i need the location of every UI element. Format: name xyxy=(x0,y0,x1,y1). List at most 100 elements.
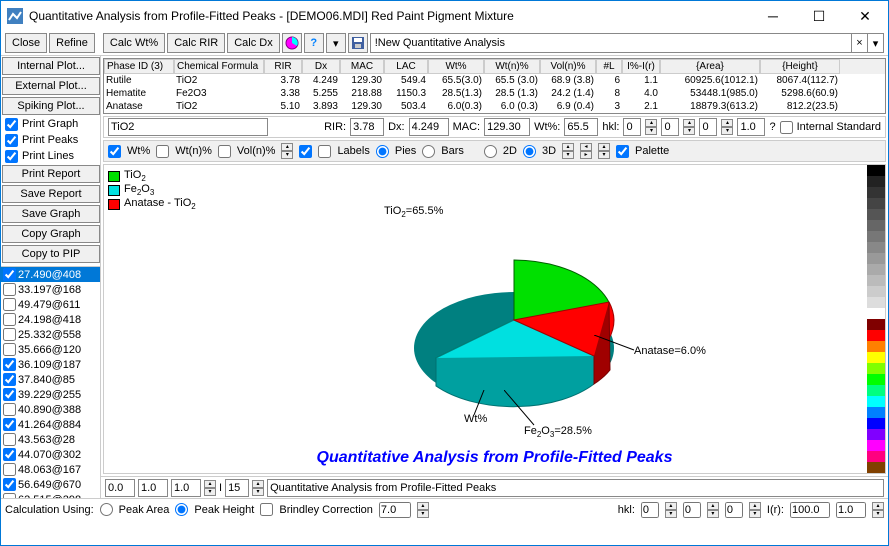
bars-radio[interactable] xyxy=(422,145,435,158)
print-graph-check[interactable] xyxy=(5,118,18,131)
table-row[interactable]: RutileTiO23.784.249129.30549.465.5(3.0)6… xyxy=(104,74,885,87)
bot-spin[interactable]: ▴▾ xyxy=(204,480,216,496)
palette-swatch[interactable] xyxy=(867,451,885,462)
bc-spin[interactable]: ▴▾ xyxy=(417,502,429,518)
opt-spinner-4[interactable]: ▴▾ xyxy=(598,143,610,159)
dx-input[interactable] xyxy=(409,118,449,136)
peak-item[interactable]: 39.229@255 xyxy=(1,387,100,402)
peak-item[interactable]: 41.264@884 xyxy=(1,417,100,432)
color-palette[interactable] xyxy=(867,165,885,473)
print-lines-check[interactable] xyxy=(5,150,18,163)
peak-item[interactable]: 48.063@167 xyxy=(1,462,100,477)
palette-swatch[interactable] xyxy=(867,462,885,473)
help-icon[interactable]: ? xyxy=(304,33,324,53)
r-input[interactable] xyxy=(737,118,765,136)
h-spinner[interactable]: ▴▾ xyxy=(645,119,657,135)
opt-spinner-1[interactable]: ▴▾ xyxy=(281,143,293,159)
palette-swatch[interactable] xyxy=(867,308,885,319)
peak-check[interactable] xyxy=(3,358,16,371)
help-small-icon[interactable]: ? xyxy=(769,121,775,133)
save-graph-button[interactable]: Save Graph xyxy=(2,205,100,223)
refine-button[interactable]: Refine xyxy=(49,33,95,53)
peak-height-radio[interactable] xyxy=(175,503,188,516)
peak-list[interactable]: 27.490@40833.197@16849.479@61124.198@418… xyxy=(1,266,100,498)
save-report-button[interactable]: Save Report xyxy=(2,185,100,203)
peak-check[interactable] xyxy=(3,403,16,416)
palette-swatch[interactable] xyxy=(867,209,885,220)
calc-dx-button[interactable]: Calc Dx xyxy=(227,33,280,53)
peak-check[interactable] xyxy=(3,268,16,281)
st-l[interactable] xyxy=(725,502,743,518)
analysis-combo[interactable]: × ▾ xyxy=(370,33,884,53)
palette-swatch[interactable] xyxy=(867,165,885,176)
palette-swatch[interactable] xyxy=(867,352,885,363)
pie-icon[interactable] xyxy=(282,33,302,53)
l-input[interactable] xyxy=(699,118,717,136)
wtn-check[interactable] xyxy=(156,145,169,158)
maximize-button[interactable]: ☐ xyxy=(796,1,842,31)
st-k[interactable] xyxy=(683,502,701,518)
peak-item[interactable]: 40.890@388 xyxy=(1,402,100,417)
external-plot-button[interactable]: External Plot... xyxy=(2,77,100,95)
peak-check[interactable] xyxy=(3,433,16,446)
2d-radio[interactable] xyxy=(484,145,497,158)
palette-check[interactable] xyxy=(616,145,629,158)
brindley-input[interactable] xyxy=(379,502,411,518)
minimize-button[interactable]: ─ xyxy=(750,1,796,31)
bot-i[interactable] xyxy=(225,479,249,497)
peak-item[interactable]: 35.666@120 xyxy=(1,342,100,357)
table-row[interactable]: HematiteFe2O33.385.255218.881150.328.5(1… xyxy=(104,87,885,100)
close-button[interactable]: Close xyxy=(5,33,47,53)
l-spinner[interactable]: ▴▾ xyxy=(721,119,733,135)
mac-input[interactable] xyxy=(484,118,530,136)
st-ir[interactable] xyxy=(790,502,830,518)
st-h[interactable] xyxy=(641,502,659,518)
bot-v3[interactable] xyxy=(171,479,201,497)
peak-area-radio[interactable] xyxy=(100,503,113,516)
3d-radio[interactable] xyxy=(523,145,536,158)
close-window-button[interactable]: ✕ xyxy=(842,1,888,31)
bot-v2[interactable] xyxy=(138,479,168,497)
peak-check[interactable] xyxy=(3,343,16,356)
palette-swatch[interactable] xyxy=(867,231,885,242)
bot-spin2[interactable]: ▴▾ xyxy=(252,480,264,496)
pies-radio[interactable] xyxy=(376,145,389,158)
peak-item[interactable]: 25.332@558 xyxy=(1,327,100,342)
internal-plot-button[interactable]: Internal Plot... xyxy=(2,57,100,75)
palette-swatch[interactable] xyxy=(867,407,885,418)
k-spinner[interactable]: ▴▾ xyxy=(683,119,695,135)
copy-graph-button[interactable]: Copy Graph xyxy=(2,225,100,243)
palette-swatch[interactable] xyxy=(867,341,885,352)
opt-spinner-2[interactable]: ▴▾ xyxy=(562,143,574,159)
table-row[interactable]: AnataseTiO25.103.893129.30503.46.0(0.3)6… xyxy=(104,100,885,113)
palette-swatch[interactable] xyxy=(867,418,885,429)
palette-swatch[interactable] xyxy=(867,242,885,253)
st-last[interactable] xyxy=(836,502,866,518)
peak-item[interactable]: 37.840@85 xyxy=(1,372,100,387)
peak-check[interactable] xyxy=(3,493,16,498)
peak-check[interactable] xyxy=(3,448,16,461)
peak-item[interactable]: 62.515@298 xyxy=(1,492,100,498)
peak-item[interactable]: 56.649@670 xyxy=(1,477,100,492)
analysis-input[interactable] xyxy=(370,33,852,53)
palette-swatch[interactable] xyxy=(867,275,885,286)
combo-drop-icon[interactable]: ▾ xyxy=(868,33,884,53)
rir-input[interactable] xyxy=(350,118,384,136)
peak-item[interactable]: 44.070@302 xyxy=(1,447,100,462)
palette-swatch[interactable] xyxy=(867,319,885,330)
peak-item[interactable]: 49.479@611 xyxy=(1,297,100,312)
brindley-check[interactable] xyxy=(260,503,273,516)
palette-swatch[interactable] xyxy=(867,396,885,407)
labels-check[interactable] xyxy=(318,145,331,158)
palette-swatch[interactable] xyxy=(867,220,885,231)
peak-check[interactable] xyxy=(3,478,16,491)
peak-check[interactable] xyxy=(3,298,16,311)
print-peaks-check[interactable] xyxy=(5,134,18,147)
intstd-check[interactable] xyxy=(780,121,793,134)
palette-swatch[interactable] xyxy=(867,176,885,187)
peak-check[interactable] xyxy=(3,373,16,386)
spiking-plot-button[interactable]: Spiking Plot... xyxy=(2,97,100,115)
print-report-button[interactable]: Print Report xyxy=(2,165,100,183)
palette-swatch[interactable] xyxy=(867,198,885,209)
calc-rir-button[interactable]: Calc RIR xyxy=(167,33,225,53)
